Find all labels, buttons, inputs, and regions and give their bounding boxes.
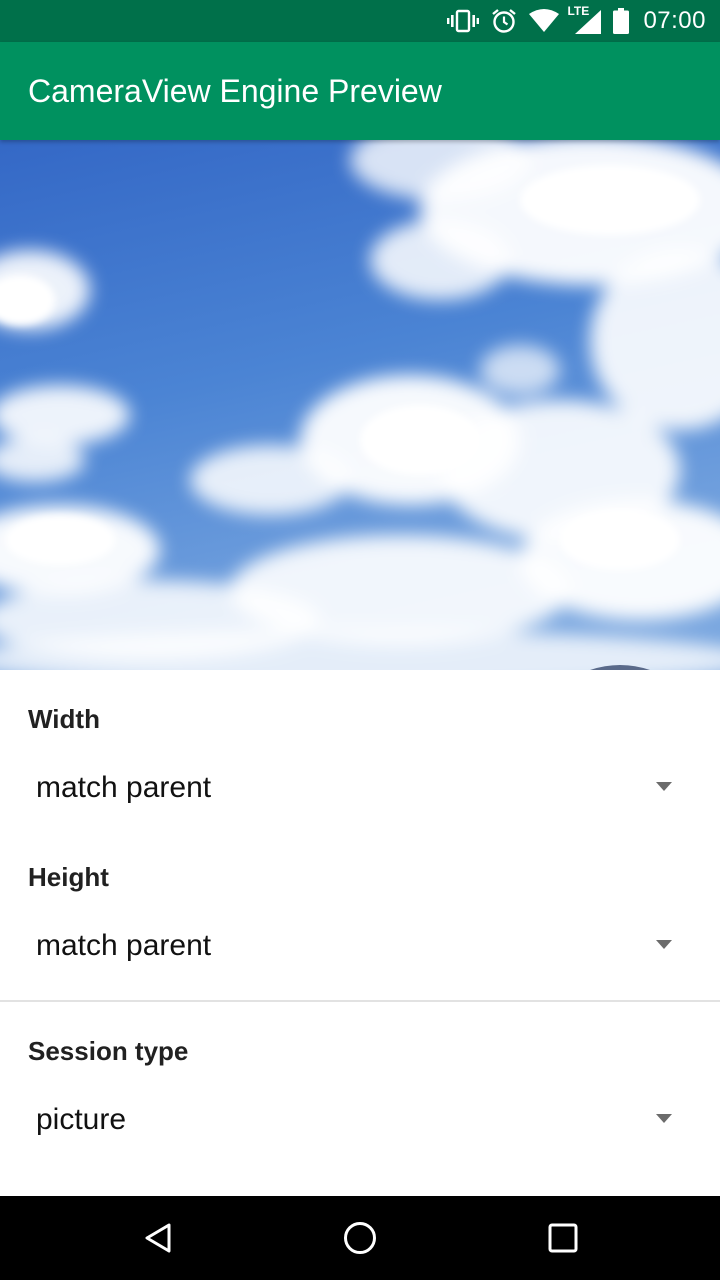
session-type-label: Session type (28, 1036, 189, 1066)
dropdown-arrow-icon (656, 940, 672, 949)
dropdown-arrow-icon (656, 1114, 672, 1123)
back-button[interactable] (108, 1196, 208, 1280)
cell-signal-icon: LTE (567, 4, 602, 34)
network-type-label: LTE (567, 4, 590, 18)
section-divider (0, 1000, 720, 1002)
height-spinner[interactable]: match parent (0, 914, 720, 978)
page-title: CameraView Engine Preview (28, 73, 442, 109)
camera-preview[interactable] (0, 140, 720, 670)
height-spinner-value: match parent (36, 929, 212, 962)
sky-image (0, 140, 720, 670)
status-icons: LTE 07:00 (447, 0, 706, 42)
wifi-icon (529, 9, 560, 33)
back-icon (145, 1223, 171, 1253)
width-label: Width (28, 704, 100, 734)
vibrate-icon (447, 9, 480, 33)
width-spinner-value: match parent (36, 771, 212, 804)
home-icon (344, 1222, 376, 1254)
status-bar: LTE 07:00 (0, 0, 720, 42)
recents-icon (548, 1223, 578, 1253)
app-bar: CameraView Engine Preview (0, 42, 720, 140)
home-button[interactable] (310, 1196, 410, 1280)
status-time: 07:00 (643, 7, 706, 34)
battery-icon (613, 8, 630, 34)
session-type-spinner-value: picture (36, 1103, 127, 1136)
dropdown-arrow-icon (656, 782, 672, 791)
alarm-icon (491, 8, 517, 34)
recents-button[interactable] (513, 1196, 613, 1280)
settings-panel: Width match parent Height match parent S… (0, 670, 720, 1196)
width-spinner[interactable]: match parent (0, 756, 720, 820)
height-label: Height (28, 862, 109, 892)
navigation-bar (0, 1196, 720, 1280)
session-type-spinner[interactable]: picture (0, 1088, 720, 1152)
